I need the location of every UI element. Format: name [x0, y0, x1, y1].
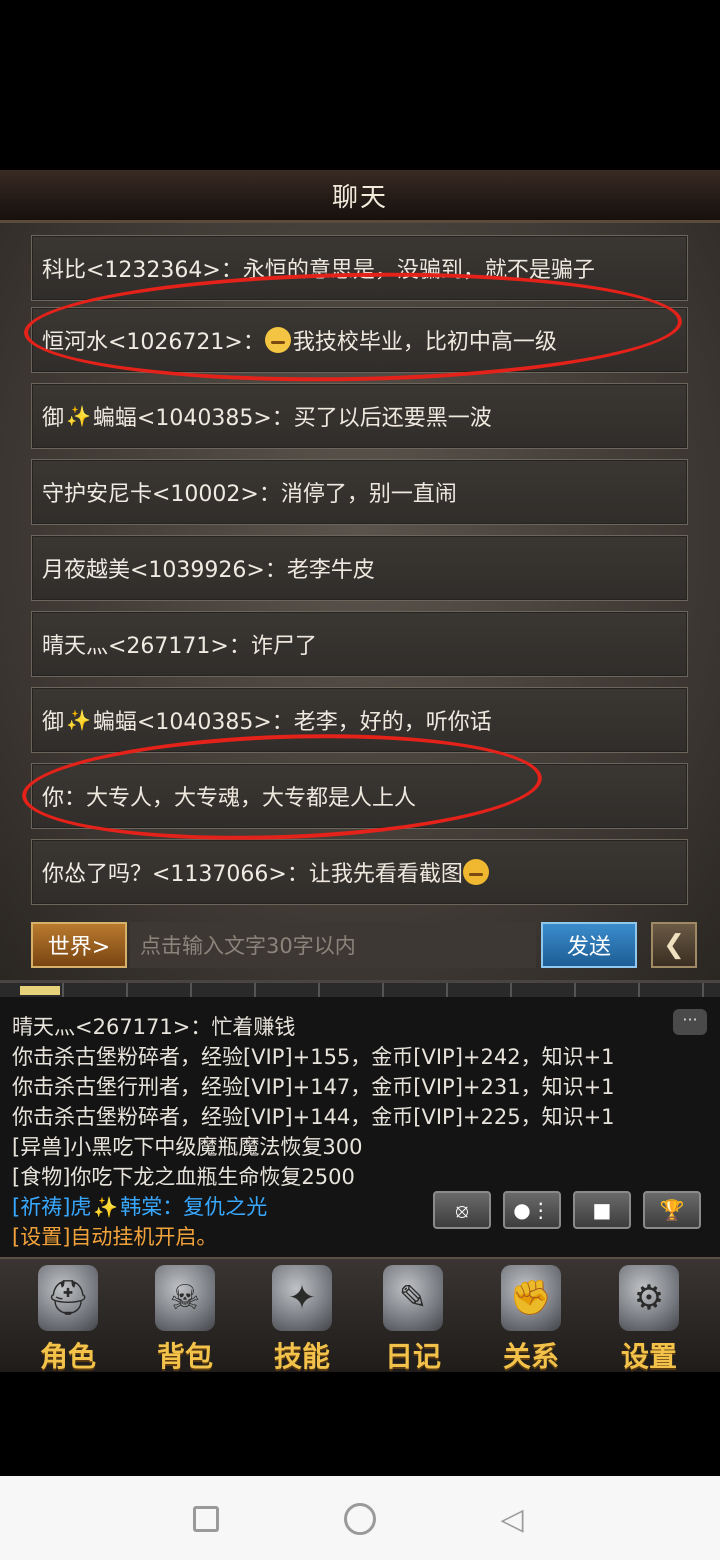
- skill-book-icon: ✦: [272, 1265, 332, 1331]
- message-text: 消停了，别一直闹: [280, 482, 457, 507]
- circle-icon: [344, 1503, 376, 1535]
- chat-input[interactable]: 点击输入文字30字以内: [130, 922, 536, 968]
- separator: ：: [271, 406, 294, 431]
- sender-name: 蝙蝠<1040385>: [92, 710, 272, 735]
- scroll-icon: ✎: [383, 1265, 443, 1331]
- separator: ：: [258, 482, 281, 507]
- nav-item-skills[interactable]: ✦ 技能: [247, 1259, 357, 1373]
- nav-label: 设置: [620, 1340, 677, 1373]
- stop-icon[interactable]: ■: [573, 1191, 631, 1229]
- nav-label: 角色: [39, 1340, 96, 1373]
- bottom-nav: ⛑ 角色 ☠ 背包 ✦ 技能 ✎ 日记 ✊ 关系 ⚙ 设置: [0, 1257, 720, 1373]
- recent-apps-button[interactable]: [189, 1502, 223, 1536]
- home-button[interactable]: [343, 1502, 377, 1536]
- nav-item-backpack[interactable]: ☠ 背包: [130, 1259, 240, 1373]
- sender-name: 月夜越美<1039926>: [42, 558, 265, 583]
- sender-prefix: 御: [42, 710, 65, 735]
- status-area: [0, 0, 720, 170]
- chat-bubble-icon[interactable]: ···: [673, 1009, 707, 1035]
- separator: ：: [286, 862, 309, 887]
- back-button[interactable]: ◁: [495, 1501, 529, 1537]
- sparkle-icon: ✨: [93, 1195, 119, 1219]
- square-icon: [193, 1506, 219, 1532]
- sender-prefix: 御: [42, 406, 65, 431]
- helmet-icon: ⛑: [38, 1265, 98, 1331]
- log-line: 你击杀古堡粉碎者，经验[VIP]+144，金币[VIP]+225，知识+1: [12, 1105, 615, 1129]
- log-line: [异兽]小黑吃下中级魔瓶魔法恢复300: [12, 1135, 363, 1159]
- trophy-icon[interactable]: 🏆: [643, 1191, 701, 1229]
- nav-label: 关系: [502, 1340, 559, 1373]
- log-line-suffix: 韩棠：复仇之光: [120, 1195, 268, 1219]
- triangle-back-icon: ◁: [500, 1501, 524, 1537]
- log-line-prefix: [祈祷]虎: [12, 1195, 92, 1219]
- chevron-left-icon[interactable]: ❮: [651, 922, 697, 968]
- chat-message[interactable]: 晴天灬<267171>：诈尸了: [31, 611, 688, 677]
- separator: ：: [264, 558, 287, 583]
- exp-strip: [0, 983, 720, 997]
- nav-item-relations[interactable]: ✊ 关系: [476, 1259, 586, 1373]
- message-text: 让我先看看截图: [308, 862, 463, 887]
- compass-icon[interactable]: ⦻: [433, 1191, 491, 1229]
- dots-menu-icon[interactable]: ●⋮: [503, 1191, 561, 1229]
- sparkle-icon: ✨: [66, 404, 91, 428]
- gear-icon: ⚙: [619, 1265, 679, 1331]
- sender-name: 你怂了吗？<1137066>: [42, 862, 287, 887]
- log-line: 你击杀古堡行刑者，经验[VIP]+147，金币[VIP]+231，知识+1: [12, 1075, 615, 1099]
- chat-message[interactable]: 御 ✨ 蝙蝠<1040385>：买了以后还要黑一波: [31, 383, 688, 449]
- sender-name: 科比<1232364>: [42, 258, 221, 283]
- log-line: [设置]自动挂机开启。: [12, 1225, 218, 1249]
- channel-select-button[interactable]: 世界>: [31, 922, 127, 968]
- log-line: 你击杀古堡粉碎者，经验[VIP]+155，金币[VIP]+242，知识+1: [12, 1045, 615, 1069]
- nav-label: 技能: [273, 1340, 330, 1373]
- separator: ：: [228, 634, 251, 659]
- nav-label: 背包: [156, 1340, 213, 1373]
- send-button[interactable]: 发送: [541, 922, 637, 968]
- message-text: 买了以后还要黑一波: [293, 406, 492, 431]
- exp-bar-fill: [20, 986, 60, 995]
- chat-message[interactable]: 守护安尼卡<10002>：消停了，别一直闹: [31, 459, 688, 525]
- nav-item-diary[interactable]: ✎ 日记: [358, 1259, 468, 1373]
- sender-name: 晴天灬<267171>: [42, 634, 229, 659]
- system-nav-bar: ◁: [0, 1476, 720, 1560]
- backpack-icon: ☠: [155, 1265, 215, 1331]
- message-text: 老李，好的，听你话: [293, 710, 492, 735]
- log-line: [食物]你吃下龙之血瓶生命恢复2500: [12, 1165, 355, 1189]
- page-title: 聊天: [331, 182, 388, 213]
- sparkle-icon: ✨: [66, 708, 91, 732]
- sender-name: 蝙蝠<1040385>: [92, 406, 272, 431]
- chat-message[interactable]: 月夜越美<1039926>：老李牛皮: [31, 535, 688, 601]
- input-row: 世界> 点击输入文字30字以内 发送 ❮: [0, 918, 720, 978]
- nav-item-character[interactable]: ⛑ 角色: [13, 1259, 123, 1373]
- log-line: [祈祷]虎 ✨韩棠：复仇之光: [12, 1191, 267, 1221]
- chat-panel: 科比<1232364>：永恒的意思是，没骗到，就不是骗子 恒河水<1026721…: [0, 223, 720, 980]
- message-text: 老李牛皮: [286, 558, 375, 583]
- message-text: 诈尸了: [250, 634, 317, 659]
- log-line: 晴天灬<267171>：忙着赚钱: [12, 1015, 296, 1039]
- battle-log-panel: ··· 晴天灬<267171>：忙着赚钱 你击杀古堡粉碎者，经验[VIP]+15…: [0, 980, 720, 1258]
- sender-name: 守护安尼卡<10002>: [42, 482, 259, 507]
- nav-item-settings[interactable]: ⚙ 设置: [594, 1259, 704, 1373]
- nav-label: 日记: [384, 1340, 441, 1373]
- thinking-face-emoji-icon: [462, 859, 489, 885]
- separator: ：: [271, 710, 294, 735]
- chat-message[interactable]: 你怂了吗？<1137066>：让我先看看截图: [31, 839, 688, 905]
- gauntlet-icon: ✊: [501, 1265, 561, 1331]
- chat-header: 聊天: [0, 170, 720, 223]
